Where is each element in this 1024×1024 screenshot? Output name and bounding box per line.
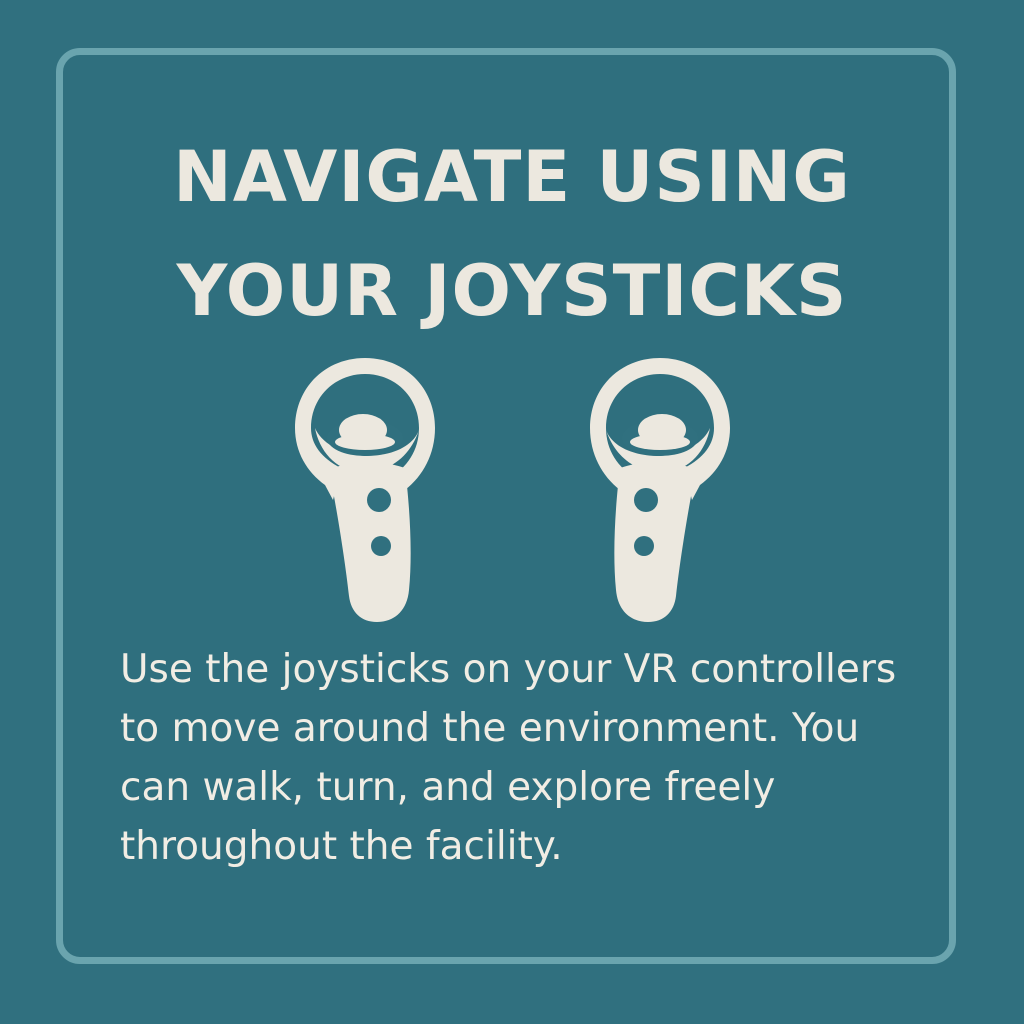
instruction-text: Use the joysticks on your VR controllers…	[120, 647, 897, 869]
controllers-illustration	[0, 350, 1024, 630]
title-line-2: YOUR JOYSTICKS	[176, 250, 848, 332]
left-vr-controller-icon	[295, 358, 435, 622]
page-title: NAVIGATE USING YOUR JOYSTICKS	[0, 120, 1024, 348]
right-vr-controller-icon	[590, 358, 730, 622]
title-line-1: NAVIGATE USING	[173, 136, 851, 218]
